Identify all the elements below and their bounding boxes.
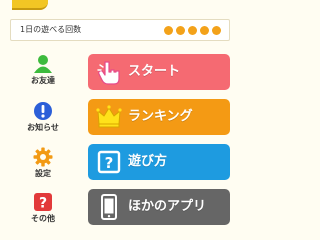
- pointing-hand-icon: [96, 59, 122, 85]
- plays-remaining-indicator: [164, 26, 221, 35]
- news-menu-item[interactable]: お知らせ: [18, 101, 68, 133]
- ranking-button[interactable]: ランキング: [88, 99, 230, 135]
- other-menu-item[interactable]: ? その他: [18, 192, 68, 224]
- question-icon: ?: [33, 192, 53, 212]
- settings-label: 設定: [35, 169, 51, 178]
- other-apps-button[interactable]: ほかのアプリ: [88, 189, 230, 225]
- top-tab: [12, 0, 48, 10]
- play-coin: [164, 26, 173, 35]
- smartphone-icon: [96, 194, 122, 220]
- friends-label: お友達: [31, 76, 55, 85]
- gear-icon: [33, 147, 53, 167]
- help-glyph: ?: [105, 154, 114, 172]
- play-coin: [188, 26, 197, 35]
- friend-icon: [33, 54, 53, 74]
- settings-menu-item[interactable]: 設定: [18, 147, 68, 179]
- start-label: スタート: [128, 64, 181, 79]
- play-coin: [212, 26, 221, 35]
- start-button[interactable]: スタート: [88, 54, 230, 90]
- play-coin: [200, 26, 209, 35]
- other-label: その他: [31, 214, 55, 223]
- friends-menu-item[interactable]: お友達: [18, 54, 68, 86]
- other-apps-label: ほかのアプリ: [128, 199, 207, 214]
- news-label: お知らせ: [27, 123, 59, 132]
- how-to-play-label: 遊び方: [128, 154, 168, 169]
- how-to-play-button[interactable]: ? 遊び方: [88, 144, 230, 180]
- crown-icon: [96, 104, 122, 130]
- play-coin: [176, 26, 185, 35]
- help-icon: ?: [96, 149, 122, 175]
- daily-plays-bar: 1日の遊べる回数: [10, 19, 230, 41]
- top-decoration: [0, 0, 240, 12]
- info-icon: [33, 101, 53, 121]
- question-glyph: ?: [39, 196, 47, 212]
- ranking-label: ランキング: [128, 109, 193, 124]
- daily-plays-label: 1日の遊べる回数: [20, 25, 82, 34]
